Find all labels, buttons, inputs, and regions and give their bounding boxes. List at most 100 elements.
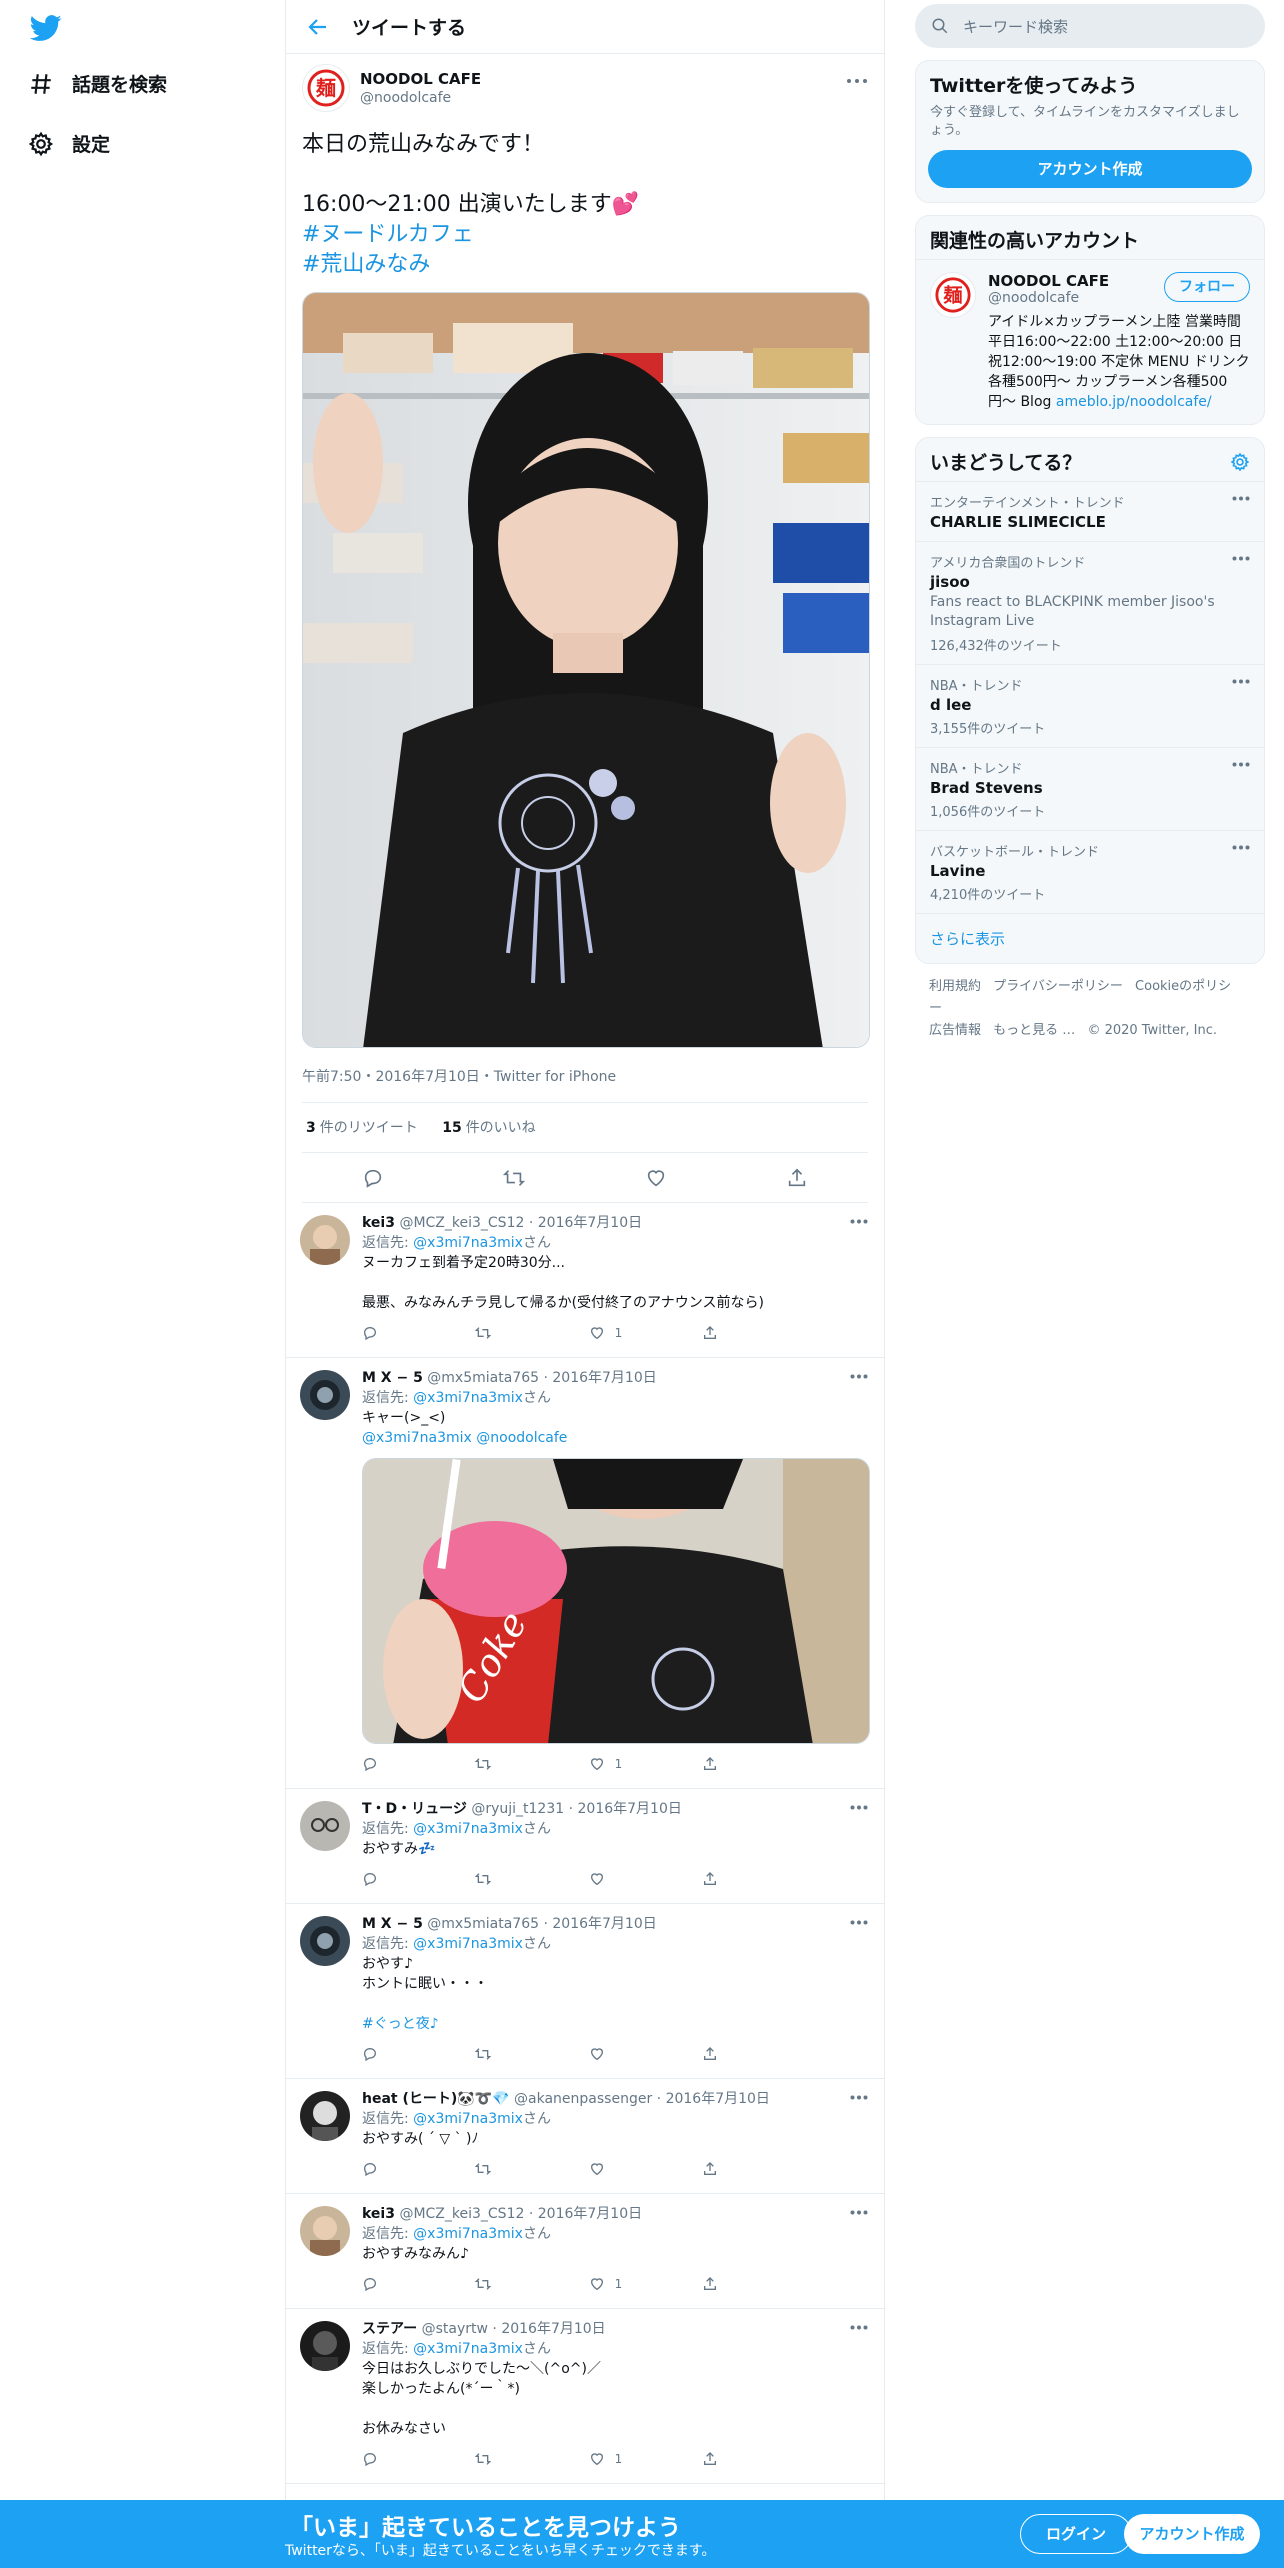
share-button[interactable]: [702, 2276, 782, 2292]
reply-date[interactable]: 2016年7月10日: [501, 2321, 605, 2337]
reply-date[interactable]: 2016年7月10日: [538, 1215, 642, 1231]
reply-to-user[interactable]: @x3mi7na3mix: [413, 1235, 523, 1251]
reply-button[interactable]: [362, 2451, 442, 2467]
avatar[interactable]: [300, 1215, 350, 1265]
retweet-button[interactable]: [475, 2451, 555, 2467]
more-icon[interactable]: [1232, 845, 1250, 850]
create-account-button[interactable]: アカウント作成: [928, 150, 1252, 188]
related-bio-link[interactable]: ameblo.jp/noodolcafe/: [1056, 394, 1212, 410]
reply-author-handle[interactable]: @mx5miata765: [427, 1370, 539, 1386]
reply-to-user[interactable]: @x3mi7na3mix: [413, 2226, 523, 2242]
login-button[interactable]: ログイン: [1020, 2514, 1132, 2554]
retweet-icon[interactable]: [503, 1167, 526, 1189]
reply-tweet[interactable]: T・D・リュージ @ryuji_t1231 · 2016年7月10日 返信先: …: [286, 1789, 884, 1904]
avatar[interactable]: 麺: [930, 272, 976, 318]
hashtag-link[interactable]: #ヌードルカフェ: [302, 220, 868, 250]
more-icon[interactable]: [1232, 679, 1250, 684]
retweet-button[interactable]: [475, 2276, 555, 2292]
signup-button[interactable]: アカウント作成: [1124, 2514, 1260, 2554]
reply-author-name[interactable]: M X − 5: [362, 1370, 423, 1386]
share-button[interactable]: [702, 1871, 782, 1887]
like-button[interactable]: 1: [589, 1756, 669, 1772]
reply-to-user[interactable]: @x3mi7na3mix: [413, 2111, 523, 2127]
avatar[interactable]: 麺: [302, 64, 350, 112]
avatar[interactable]: [300, 2321, 350, 2371]
reply-author-name[interactable]: T・D・リュージ: [362, 1801, 467, 1817]
like-button[interactable]: [589, 1871, 669, 1887]
retweet-button[interactable]: [475, 2161, 555, 2177]
reply-author-handle[interactable]: @MCZ_kei3_CS12: [399, 2206, 524, 2222]
tweet-author-name[interactable]: NOODOL CAFE: [360, 70, 481, 88]
retweet-button[interactable]: [475, 1325, 555, 1341]
more-icon[interactable]: [1232, 762, 1250, 767]
reply-author-name[interactable]: M X − 5: [362, 1916, 423, 1932]
reply-tweet[interactable]: kei3 @MCZ_kei3_CS12 · 2016年7月10日 返信先: @x…: [286, 2194, 884, 2309]
avatar[interactable]: [300, 2206, 350, 2256]
reply-button[interactable]: [362, 1325, 442, 1341]
reply-tweet[interactable]: kei3 @MCZ_kei3_CS12 · 2016年7月10日 返信先: @x…: [286, 1203, 884, 1358]
like-icon[interactable]: [645, 1167, 667, 1189]
share-button[interactable]: [702, 2451, 782, 2467]
avatar[interactable]: [300, 1801, 350, 1851]
reply-button[interactable]: [362, 2276, 442, 2292]
like-button[interactable]: [589, 2046, 669, 2062]
share-button[interactable]: [702, 2046, 782, 2062]
reply-button[interactable]: [362, 1756, 442, 1772]
share-button[interactable]: [702, 1325, 782, 1341]
avatar[interactable]: [300, 1916, 350, 1966]
retweets-stat[interactable]: 3 件のリツイート: [306, 1120, 418, 1136]
hashtag-link[interactable]: #荒山みなみ: [302, 250, 868, 280]
likes-stat[interactable]: 15 件のいいね: [442, 1120, 535, 1136]
reply-author-handle[interactable]: @mx5miata765: [427, 1916, 539, 1932]
reply-to-user[interactable]: @x3mi7na3mix: [413, 2341, 523, 2357]
reply-author-name[interactable]: heat (ヒート)🐼➰💎: [362, 2091, 510, 2107]
reply-to-user[interactable]: @x3mi7na3mix: [413, 1936, 523, 1952]
reply-date[interactable]: 2016年7月10日: [538, 2206, 642, 2222]
reply-tweet[interactable]: M X − 5 @mx5miata765 · 2016年7月10日 返信先: @…: [286, 1358, 884, 1789]
more-icon[interactable]: [1232, 556, 1250, 561]
reply-button[interactable]: [362, 1871, 442, 1887]
reply-to-user[interactable]: @x3mi7na3mix: [413, 1390, 523, 1406]
reply-author-handle[interactable]: @ryuji_t1231: [471, 1801, 564, 1817]
trend-item[interactable]: エンターテインメント・トレンド CHARLIE SLIMECICLE: [916, 481, 1264, 541]
trend-item[interactable]: NBA・トレンド Brad Stevens 1,056件のツイート: [916, 747, 1264, 830]
more-icon[interactable]: [850, 2325, 868, 2330]
more-icon[interactable]: [850, 2210, 868, 2215]
mention-links[interactable]: @x3mi7na3mix @noodolcafe: [362, 1428, 868, 1448]
more-icon[interactable]: [846, 78, 868, 84]
reply-to-user[interactable]: @x3mi7na3mix: [413, 1821, 523, 1837]
reply-tweet[interactable]: heat (ヒート)🐼➰💎 @akanenpassenger · 2016年7月…: [286, 2079, 884, 2194]
retweet-button[interactable]: [475, 1871, 555, 1887]
reply-button[interactable]: [362, 2161, 442, 2177]
reply-button[interactable]: [362, 2046, 442, 2062]
reply-author-name[interactable]: kei3: [362, 1215, 395, 1231]
more-icon[interactable]: [1232, 496, 1250, 501]
reply-author-name[interactable]: kei3: [362, 2206, 395, 2222]
reply-tweet[interactable]: M X − 5 @mx5miata765 · 2016年7月10日 返信先: @…: [286, 1904, 884, 2079]
tweet-author-handle[interactable]: @noodolcafe: [360, 90, 481, 106]
retweet-button[interactable]: [475, 1756, 555, 1772]
reply-author-handle[interactable]: @akanenpassenger: [514, 2091, 652, 2107]
more-icon[interactable]: [850, 2095, 868, 2100]
footer-link-ads[interactable]: 広告情報: [929, 1023, 981, 1038]
related-account[interactable]: 麺 NOODOL CAFE @noodolcafe アイドル×カップラーメン上陸…: [916, 259, 1264, 424]
footer-link-terms[interactable]: 利用規約: [929, 979, 981, 994]
more-icon[interactable]: [850, 1374, 868, 1379]
search-input[interactable]: キーワード検索: [915, 4, 1265, 48]
show-more-link[interactable]: さらに表示: [916, 913, 1264, 963]
reply-photo[interactable]: Coke: [362, 1458, 870, 1744]
hashtag-link[interactable]: #ぐっと夜♪: [362, 2014, 868, 2034]
reply-icon[interactable]: [362, 1167, 384, 1189]
trend-item[interactable]: NBA・トレンド d lee 3,155件のツイート: [916, 664, 1264, 747]
avatar[interactable]: [300, 2091, 350, 2141]
gear-icon[interactable]: [1230, 452, 1250, 472]
trend-item[interactable]: バスケットボール・トレンド Lavine 4,210件のツイート: [916, 830, 1264, 913]
like-button[interactable]: [589, 2161, 669, 2177]
avatar[interactable]: [300, 1370, 350, 1420]
retweet-button[interactable]: [475, 2046, 555, 2062]
share-button[interactable]: [702, 2161, 782, 2177]
reply-date[interactable]: 2016年7月10日: [666, 2091, 770, 2107]
share-button[interactable]: [702, 1756, 782, 1772]
back-arrow-icon[interactable]: [306, 15, 330, 39]
like-button[interactable]: 1: [589, 1325, 669, 1341]
